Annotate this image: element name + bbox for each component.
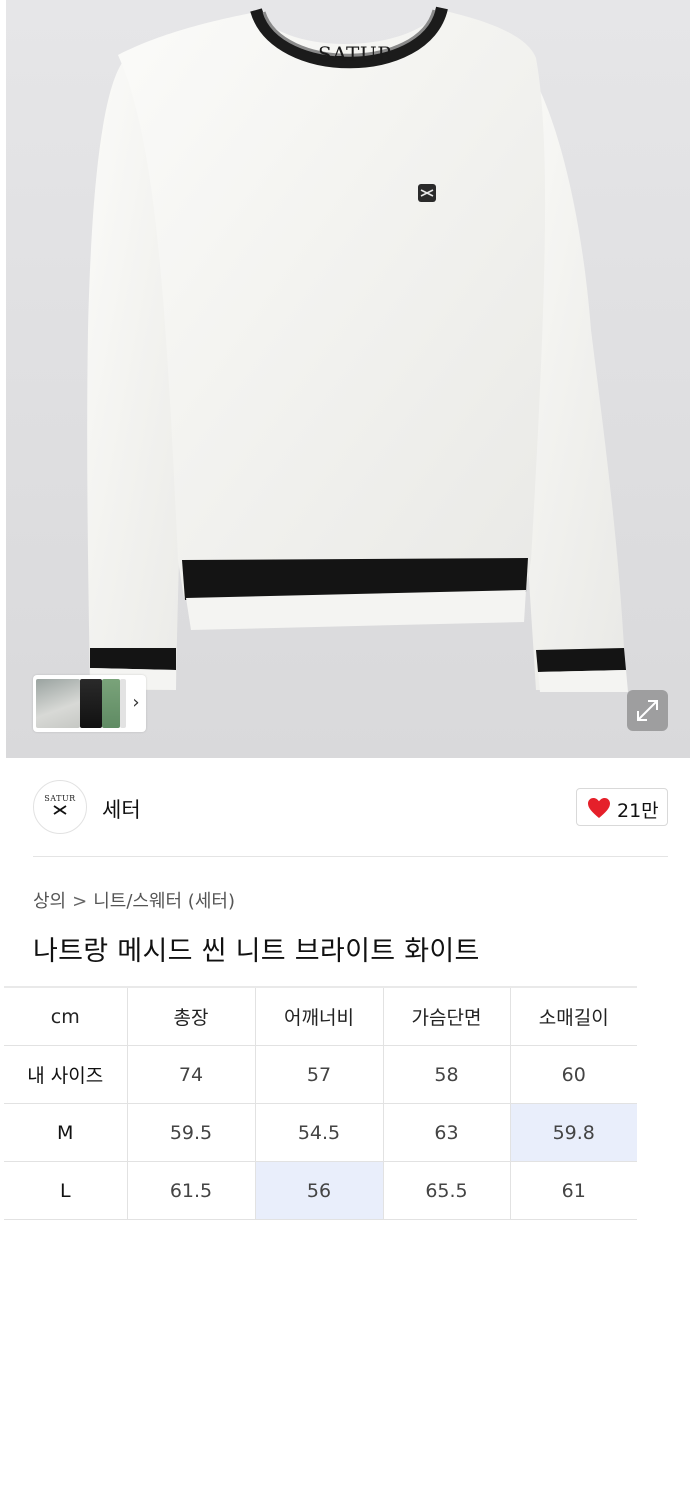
table-cell: 74 <box>126 1045 256 1104</box>
brand-logo-text: SATUR <box>44 794 76 803</box>
table-cell: 61.5 <box>126 1161 256 1220</box>
like-button[interactable]: 21만 <box>576 788 668 826</box>
table-row: 내 사이즈 74 57 58 60 <box>4 1045 637 1104</box>
product-title: 나트랑 메시드 씬 니트 브라이트 화이트 <box>33 936 480 967</box>
thumb-edge <box>120 679 126 728</box>
table-cell: 61 <box>509 1161 637 1220</box>
brand-emblem-icon <box>53 805 67 815</box>
table-cell: 54.5 <box>254 1103 384 1162</box>
black-knit-thumb[interactable] <box>80 679 102 728</box>
column-header: 가슴단면 <box>382 986 511 1046</box>
sweater-illustration <box>87 6 628 692</box>
unit-header: cm <box>4 986 128 1046</box>
table-cell-highlighted: 59.8 <box>509 1103 637 1162</box>
garment-brand-label: SATUR <box>318 42 393 66</box>
table-cell: 65.5 <box>382 1161 511 1220</box>
green-knit-thumb[interactable] <box>102 679 120 728</box>
row-label: M <box>4 1103 128 1162</box>
size-table: cm 총장 어깨너비 가슴단면 소매길이 내 사이즈 74 57 58 60 M… <box>4 986 637 1220</box>
expand-button[interactable] <box>627 690 668 731</box>
table-cell-highlighted: 56 <box>254 1161 384 1220</box>
row-label: L <box>4 1161 128 1220</box>
like-count: 21만 <box>617 800 659 822</box>
column-header: 소매길이 <box>509 986 637 1046</box>
model-white-thumb[interactable] <box>36 679 80 728</box>
thumbnail-strip[interactable]: › <box>33 675 146 732</box>
breadcrumb: 상의 > 니트/스웨터 (세터) <box>33 887 235 913</box>
table-row: M 59.5 54.5 63 59.8 <box>4 1103 637 1162</box>
chevron-right-icon[interactable]: › <box>128 692 144 714</box>
table-cell: 58 <box>382 1045 511 1104</box>
brand-name[interactable]: 세터 <box>102 794 141 824</box>
product-image[interactable]: SATUR › <box>6 0 690 758</box>
brand-logo[interactable]: SATUR <box>33 780 87 834</box>
table-row: L 61.5 56 65.5 61 <box>4 1161 637 1220</box>
column-header: 총장 <box>126 986 256 1046</box>
table-cell: 60 <box>509 1045 637 1104</box>
breadcrumb-separator: > <box>72 891 88 912</box>
divider <box>33 856 668 857</box>
row-label: 내 사이즈 <box>4 1045 128 1104</box>
breadcrumb-category[interactable]: 상의 <box>33 887 66 913</box>
breadcrumb-subcategory[interactable]: 니트/스웨터 (세터) <box>93 887 235 913</box>
table-cell: 57 <box>254 1045 384 1104</box>
brand-row: SATUR 세터 21만 <box>33 780 668 836</box>
column-header: 어깨너비 <box>254 986 384 1046</box>
table-cell: 59.5 <box>126 1103 256 1162</box>
heart-icon <box>588 798 610 818</box>
table-cell: 63 <box>382 1103 511 1162</box>
size-table-header: cm 총장 어깨너비 가슴단면 소매길이 <box>4 986 637 1046</box>
expand-icon <box>637 700 658 721</box>
